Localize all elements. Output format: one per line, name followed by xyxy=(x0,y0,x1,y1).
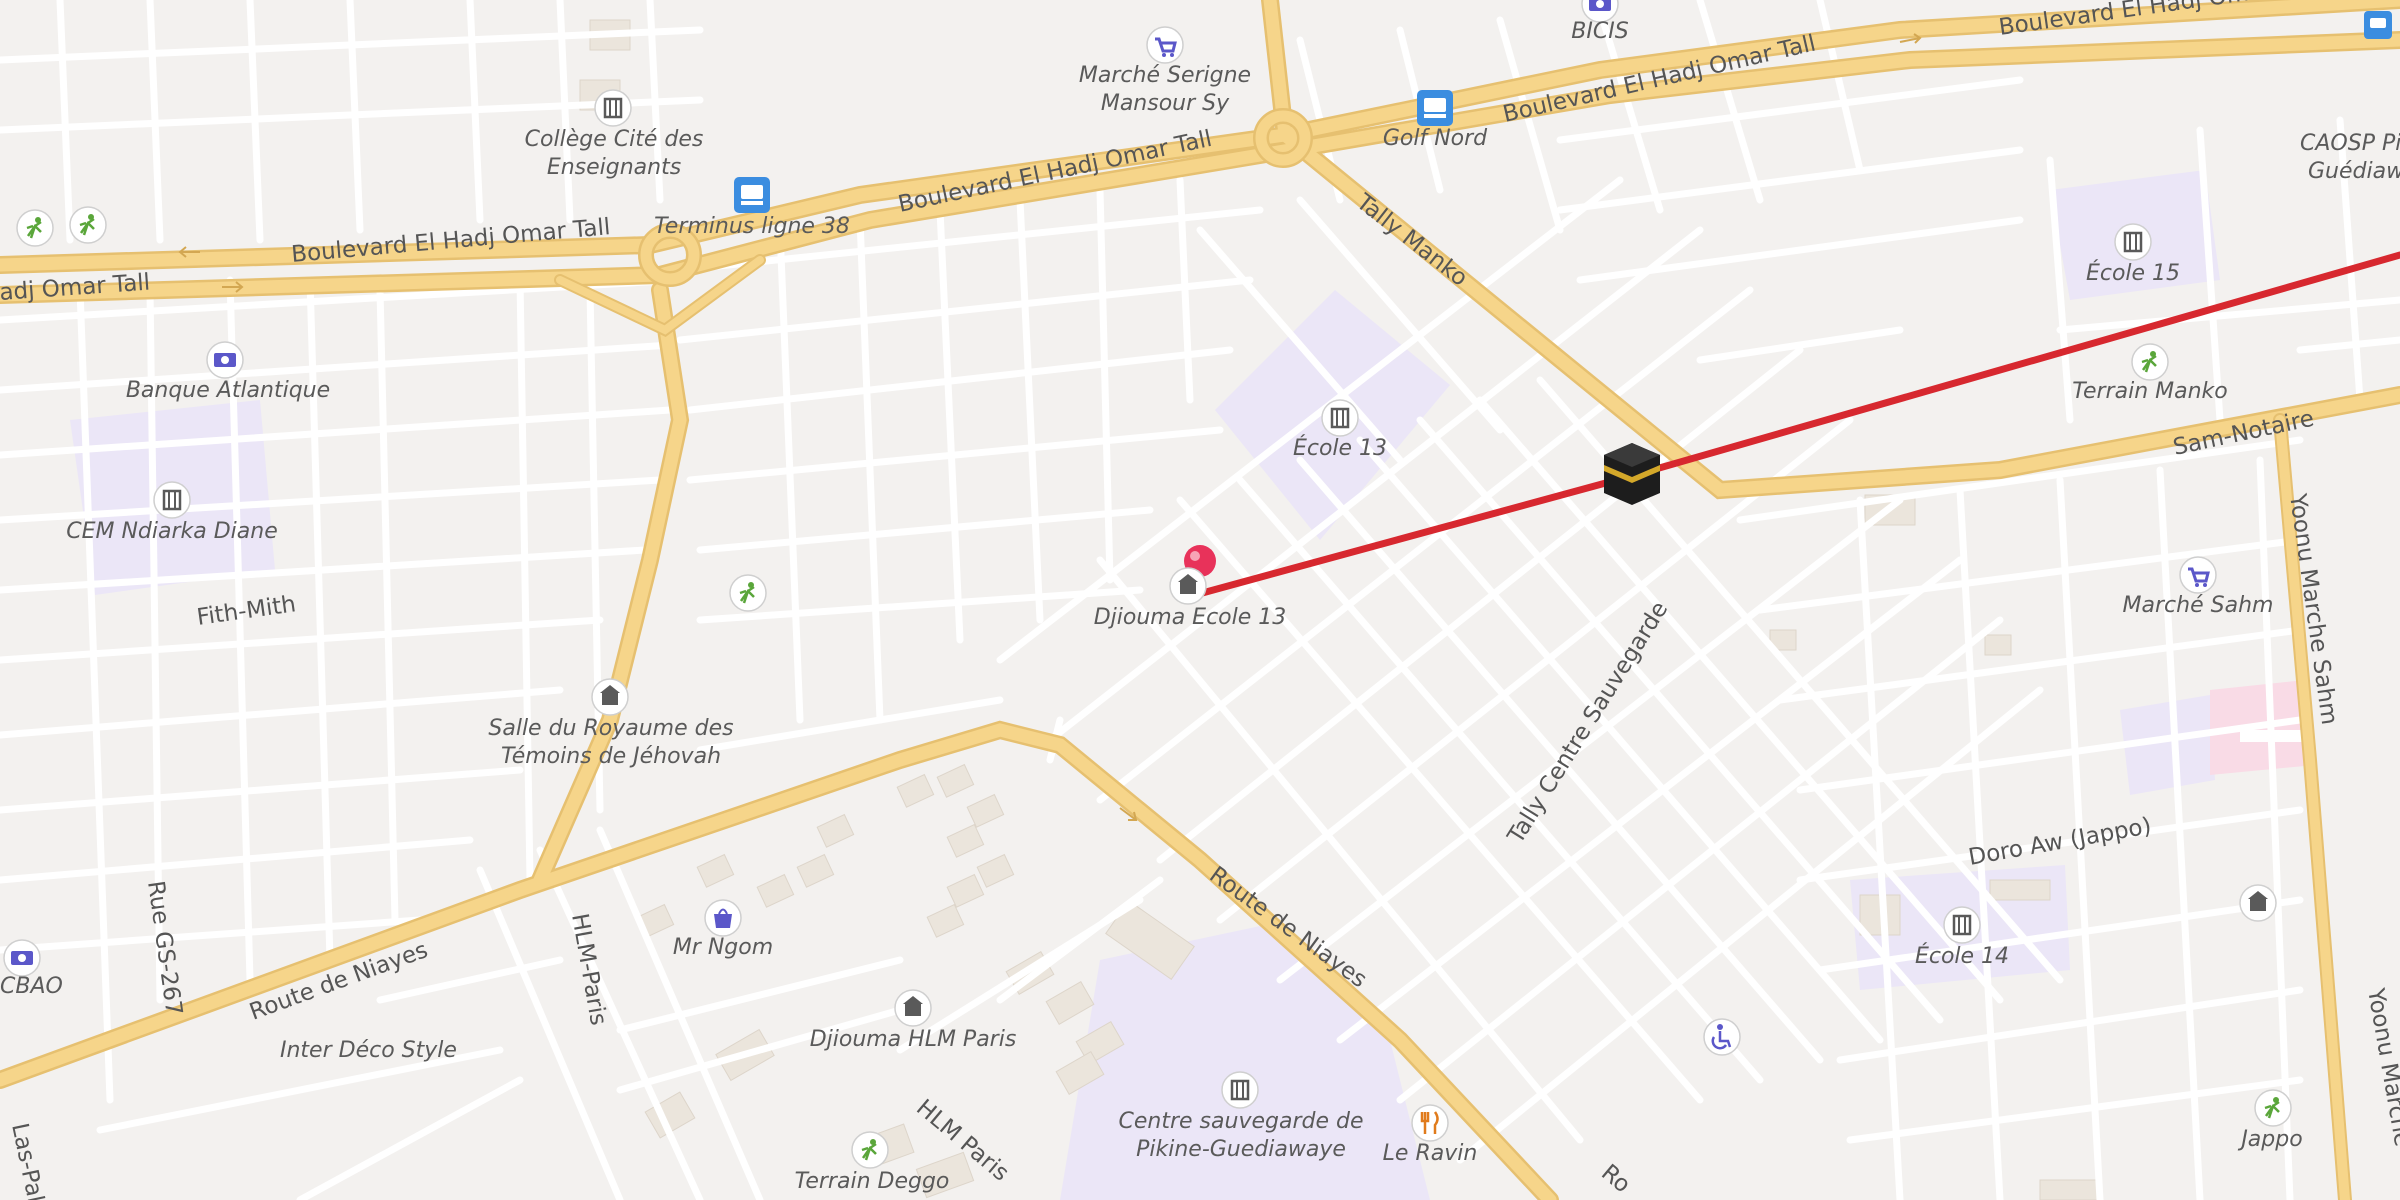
poi-label-caosp-line1: CAOSP Pi xyxy=(2300,131,2400,156)
shopping-cart-icon[interactable] xyxy=(2179,556,2217,594)
school-icon[interactable] xyxy=(1221,1071,1259,1109)
poi-label-banque-atlantique: Banque Atlantique xyxy=(126,378,330,403)
sport-icon[interactable] xyxy=(851,1131,889,1169)
poi-label-ecole-15: École 15 xyxy=(2086,260,2180,286)
place-of-worship-icon[interactable] xyxy=(591,678,629,716)
poi-label-marche-serigne-line1: Marché Serigne xyxy=(1079,63,1251,88)
school-icon[interactable] xyxy=(1943,906,1981,944)
poi-label-terrain-deggo: Terrain Deggo xyxy=(795,1169,950,1194)
place-of-worship-icon[interactable] xyxy=(2239,884,2277,922)
bus-icon[interactable] xyxy=(2364,11,2392,39)
poi-label-centre-line1: Centre sauvegarde de xyxy=(1119,1109,1364,1134)
poi-label-golf-nord: Golf Nord xyxy=(1383,126,1488,151)
bank-icon[interactable] xyxy=(3,939,41,977)
poi-label-college-line1: Collège Cité des xyxy=(525,127,704,152)
poi-label-marche-serigne-line2: Mansour Sy xyxy=(1101,91,1230,116)
bus-icon[interactable] xyxy=(734,177,770,213)
sport-icon[interactable] xyxy=(69,206,107,244)
poi-label-marche-sahm: Marché Sahm xyxy=(2123,593,2274,618)
poi-label-ecole-13: École 13 xyxy=(1293,435,1387,461)
bank-icon[interactable] xyxy=(206,341,244,379)
poi-label-inter-deco: Inter Déco Style xyxy=(280,1038,457,1063)
school-icon[interactable] xyxy=(1321,399,1359,437)
shopping-cart-icon[interactable] xyxy=(1146,26,1184,64)
poi-label-djiouma-ecole-13: Djiouma Ecole 13 xyxy=(1094,605,1287,630)
poi-label-mr-ngom: Mr Ngom xyxy=(673,935,773,960)
poi-label-terminus: Terminus ligne 38 xyxy=(654,214,850,239)
kaaba-icon[interactable] xyxy=(1604,443,1660,505)
place-of-worship-icon[interactable] xyxy=(894,989,932,1027)
restaurant-icon[interactable] xyxy=(1411,1104,1449,1142)
poi-label-cbao: CBAO xyxy=(0,974,63,999)
poi-label-bicis: BICIS xyxy=(1571,19,1628,44)
poi-label-salle-line2: Témoins de Jéhovah xyxy=(501,744,721,769)
wheelchair-icon[interactable] xyxy=(1703,1018,1741,1056)
poi-label-salle-line1: Salle du Royaume des xyxy=(488,716,733,741)
poi-label-jappo: Jappo xyxy=(2237,1127,2302,1152)
sport-icon[interactable] xyxy=(729,574,767,612)
poi-label-ecole-14: École 14 xyxy=(1915,943,2009,969)
school-icon[interactable] xyxy=(2114,223,2152,261)
sport-icon[interactable] xyxy=(2131,343,2169,381)
poi-label-le-ravin: Le Ravin xyxy=(1383,1141,1478,1166)
poi-label-centre-line2: Pikine-Guediawaye xyxy=(1136,1137,1346,1162)
bus-icon[interactable] xyxy=(1417,90,1453,126)
poi-label-caosp-line2: Guédiaw xyxy=(2308,159,2400,184)
place-of-worship-icon[interactable] xyxy=(1169,567,1207,605)
sport-icon[interactable] xyxy=(2254,1089,2292,1127)
poi-label-cem-ndiarka: CEM Ndiarka Diane xyxy=(66,519,278,544)
poi-label-djiouma-hlm: Djiouma HLM Paris xyxy=(810,1027,1017,1052)
poi-label-terrain-manko: Terrain Manko xyxy=(2072,379,2227,404)
poi-label-college-line2: Enseignants xyxy=(547,155,681,180)
sport-icon[interactable] xyxy=(16,209,54,247)
map-canvas[interactable]: Boulevard El Hadj Omar Tall Boulevard El… xyxy=(0,0,2400,1200)
shopping-bag-icon[interactable] xyxy=(704,899,742,937)
school-icon[interactable] xyxy=(153,481,191,519)
school-icon[interactable] xyxy=(594,89,632,127)
